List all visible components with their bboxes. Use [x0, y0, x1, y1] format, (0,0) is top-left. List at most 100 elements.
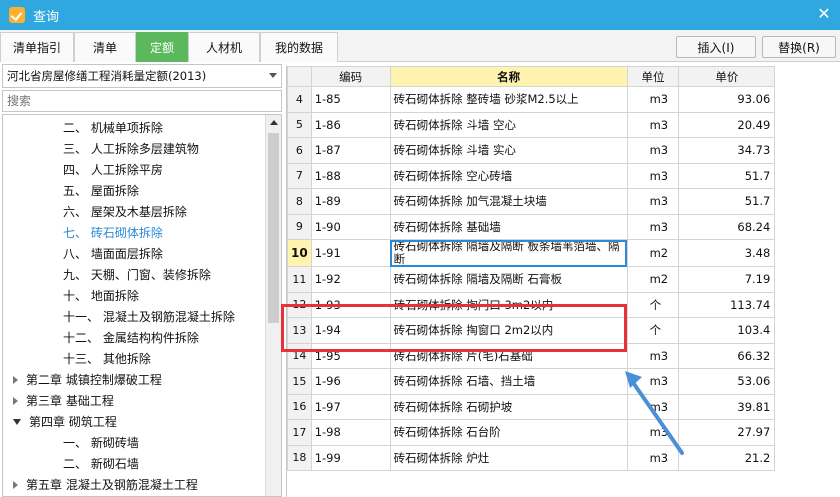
cell-name[interactable]: 砖石砌体拆除 加气混凝土块墙 [389, 188, 628, 215]
row-number[interactable]: 11 [287, 266, 312, 293]
cell-unit[interactable]: m3 [626, 162, 680, 189]
cell-code[interactable]: 1-95 [310, 342, 391, 369]
cell-unit[interactable]: m3 [626, 188, 680, 215]
tree-item[interactable]: 第四章 砌筑工程 [3, 411, 265, 432]
row-number[interactable]: 12 [287, 291, 312, 318]
cell-price[interactable]: 27.97 [678, 419, 776, 446]
cell-unit[interactable]: m3 [626, 137, 680, 164]
column-header-unit[interactable]: 单位 [626, 66, 680, 87]
cell-name[interactable]: 砖石砌体拆除 隔墙及隔断 石膏板 [389, 266, 628, 293]
row-number[interactable]: 14 [287, 342, 312, 369]
caret-right-icon[interactable] [13, 396, 18, 405]
cell-name[interactable]: 砖石砌体拆除 掏窗口 2m2以内 [389, 317, 628, 344]
tab-my-data[interactable]: 我的数据 [260, 32, 338, 62]
cell-unit[interactable]: m3 [626, 111, 680, 138]
cell-code[interactable]: 1-97 [310, 393, 391, 420]
cell-code[interactable]: 1-86 [310, 111, 391, 138]
cell-unit[interactable]: 个 [626, 317, 680, 344]
table-row[interactable]: 18 1-99 砖石砌体拆除 炉灶 m3 21.2 [287, 444, 840, 471]
cell-code[interactable]: 1-85 [310, 86, 391, 113]
cell-price[interactable]: 51.7 [678, 162, 776, 189]
cell-name[interactable]: 砖石砌体拆除 基础墙 [389, 213, 628, 240]
tree-item[interactable]: 八、 墙面面层拆除 [3, 243, 265, 264]
tree-item[interactable]: 七、 砖石砌体拆除 [3, 222, 265, 243]
cell-code[interactable]: 1-89 [310, 188, 391, 215]
cell-unit[interactable]: 个 [626, 291, 680, 318]
tree-item[interactable]: 十、 地面拆除 [3, 285, 265, 306]
tree-item[interactable]: 六、 屋架及木基层拆除 [3, 201, 265, 222]
tab-list[interactable]: 清单 [74, 32, 136, 62]
chevron-down-icon[interactable] [269, 73, 277, 78]
table-row[interactable]: 16 1-97 砖石砌体拆除 石砌护坡 m3 39.81 [287, 393, 840, 420]
cell-code[interactable]: 1-94 [310, 317, 391, 344]
cell-price[interactable]: 51.7 [678, 188, 776, 215]
table-row[interactable]: 15 1-96 砖石砌体拆除 石墙、挡土墙 m3 53.06 [287, 368, 840, 395]
row-number[interactable]: 17 [287, 419, 312, 446]
tab-list-guide[interactable]: 清单指引 [0, 32, 74, 62]
column-header-code[interactable]: 编码 [310, 66, 391, 87]
cell-code[interactable]: 1-87 [310, 137, 391, 164]
tree-item[interactable]: 一、 新砌砖墙 [3, 432, 265, 453]
tree-item[interactable]: 二、 新砌石墙 [3, 453, 265, 474]
replace-button[interactable]: 替换(R) [762, 36, 836, 58]
cell-code[interactable]: 1-99 [310, 444, 391, 471]
tree-item[interactable]: 三、 人工拆除多层建筑物 [3, 138, 265, 159]
cell-unit[interactable]: m2 [626, 239, 680, 267]
cell-price[interactable]: 34.73 [678, 137, 776, 164]
cell-price[interactable]: 68.24 [678, 213, 776, 240]
cell-unit[interactable]: m3 [626, 213, 680, 240]
cell-unit[interactable]: m2 [626, 266, 680, 293]
tree-item[interactable]: 第二章 城镇控制爆破工程 [3, 369, 265, 390]
cell-name[interactable]: 砖石砌体拆除 石砌护坡 [389, 393, 628, 420]
cell-price[interactable]: 53.06 [678, 368, 776, 395]
table-row[interactable]: 13 1-94 砖石砌体拆除 掏窗口 2m2以内个 103.4 [287, 317, 840, 344]
cell-code[interactable]: 1-96 [310, 368, 391, 395]
cell-price[interactable]: 20.49 [678, 111, 776, 138]
cell-name[interactable]: 砖石砌体拆除 整砖墙 砂浆M2.5以上 [389, 86, 628, 113]
cell-code[interactable]: 1-90 [310, 213, 391, 240]
cell-code[interactable]: 1-98 [310, 419, 391, 446]
cell-price[interactable]: 7.19 [678, 266, 776, 293]
library-select[interactable]: 河北省房屋修缮工程消耗量定额(2013) [2, 64, 282, 88]
cell-price[interactable]: 113.74 [678, 291, 776, 318]
table-row[interactable]: 4 1-85 砖石砌体拆除 整砖墙 砂浆M2.5以上 m3 93.06 [287, 86, 840, 113]
cell-code[interactable]: 1-88 [310, 162, 391, 189]
row-number[interactable]: 8 [287, 188, 312, 215]
table-row[interactable]: 17 1-98 砖石砌体拆除 石台阶 m3 27.97 [287, 419, 840, 446]
cell-unit[interactable]: m3 [626, 86, 680, 113]
cell-price[interactable]: 3.48 [678, 239, 776, 267]
caret-right-icon[interactable] [13, 375, 18, 384]
row-number[interactable]: 4 [287, 86, 312, 113]
cell-code[interactable]: 1-92 [310, 266, 391, 293]
cell-price[interactable]: 66.32 [678, 342, 776, 369]
cell-price[interactable]: 21.2 [678, 444, 776, 471]
row-number[interactable]: 9 [287, 213, 312, 240]
row-number[interactable]: 15 [287, 368, 312, 395]
row-number[interactable]: 10 [287, 239, 312, 267]
cell-code[interactable]: 1-91 [310, 239, 391, 267]
cell-name[interactable]: 砖石砌体拆除 石墙、挡土墙 [389, 368, 628, 395]
row-number[interactable]: 13 [287, 317, 312, 344]
table-row[interactable]: 14 1-95 砖石砌体拆除 片(毛)石基础 m3 66.32 [287, 342, 840, 369]
search-input[interactable] [2, 90, 282, 112]
table-row[interactable]: 7 1-88 砖石砌体拆除 空心砖墙 m3 51.7 [287, 162, 840, 189]
cell-name[interactable]: 砖石砌体拆除 斗墙 实心 [389, 137, 628, 164]
cell-name[interactable]: 砖石砌体拆除 掏门口 3m2以内 [389, 291, 628, 318]
tree-item[interactable]: 十二、 金属结构构件拆除 [3, 327, 265, 348]
insert-button[interactable]: 插入(I) [676, 36, 756, 58]
cell-name[interactable]: 砖石砌体拆除 斗墙 空心 [389, 111, 628, 138]
tree-item[interactable]: 九、 天棚、门窗、装修拆除 [3, 264, 265, 285]
cell-price[interactable]: 103.4 [678, 317, 776, 344]
cell-name[interactable]: 砖石砌体拆除 空心砖墙 [389, 162, 628, 189]
cell-name[interactable]: 砖石砌体拆除 炉灶 [389, 444, 628, 471]
cell-price[interactable]: 39.81 [678, 393, 776, 420]
tree-scrollbar[interactable] [265, 115, 281, 496]
tree-item[interactable]: 五、 屋面拆除 [3, 180, 265, 201]
column-header-name[interactable]: 名称 [389, 66, 628, 87]
row-number[interactable]: 5 [287, 111, 312, 138]
scroll-thumb[interactable] [268, 133, 279, 323]
cell-price[interactable]: 93.06 [678, 86, 776, 113]
table-row[interactable]: 6 1-87 砖石砌体拆除 斗墙 实心 m3 34.73 [287, 137, 840, 164]
row-number[interactable]: 16 [287, 393, 312, 420]
table-row[interactable]: 5 1-86 砖石砌体拆除 斗墙 空心 m3 20.49 [287, 111, 840, 138]
